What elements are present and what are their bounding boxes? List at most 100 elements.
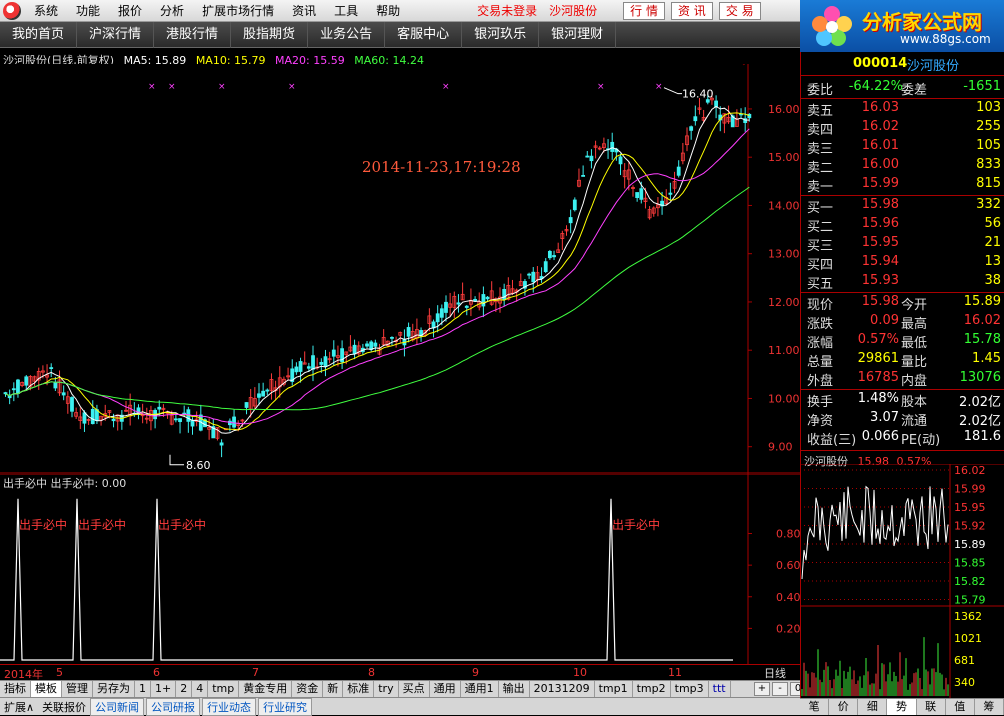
candle-down <box>319 362 324 365</box>
formula-tab[interactable]: 黄金专用 <box>239 681 293 697</box>
nav-announcements[interactable]: 业务公告 <box>308 21 386 48</box>
menu-quote[interactable]: 报价 <box>109 2 151 19</box>
y-tick-label: 14.00 <box>768 199 800 212</box>
formula-tab[interactable]: 2 <box>176 681 193 697</box>
detail-tab[interactable]: 势 <box>887 699 917 715</box>
buy-level-row-value2: 13 <box>984 254 1001 269</box>
zoom-in-button[interactable]: + <box>754 682 770 696</box>
weibi-row: 委比 -64.22% 委差 -1651 <box>801 79 1004 98</box>
kline-chart[interactable]: 16.00 15.00 14.00 13.00 12.00 11.00 10.00 9.00 ×… <box>0 64 800 474</box>
formula-tab[interactable]: tmp <box>208 681 240 697</box>
sell-level-row-value: 16.01 <box>861 138 899 153</box>
buy-level-row-value: 15.96 <box>861 216 899 231</box>
formula-tab[interactable]: 通用1 <box>461 681 499 697</box>
info-tab[interactable]: 关联报价 <box>38 699 90 715</box>
formula-tab[interactable]: ttt <box>709 681 731 697</box>
formula-tab[interactable]: 新 <box>323 681 344 697</box>
fundamental-row-label2: 流通 <box>901 414 928 429</box>
info-tab[interactable]: 行业研究 <box>258 697 313 716</box>
formula-tab[interactable]: 1+ <box>151 681 177 697</box>
menu-system[interactable]: 系统 <box>25 2 67 19</box>
formula-tab[interactable]: 20131209 <box>530 681 595 697</box>
signal-marker: × <box>218 82 226 92</box>
formula-tab[interactable]: 标准 <box>343 681 375 697</box>
info-tab[interactable]: 行业动态 <box>202 697 257 716</box>
formula-tab[interactable]: tmp1 <box>595 681 633 697</box>
y-tick-label: 9.00 <box>768 441 793 454</box>
detail-tab[interactable]: 笔 <box>800 699 830 715</box>
formula-tab[interactable]: 资金 <box>292 681 324 697</box>
formula-tab[interactable]: 1 <box>135 681 151 697</box>
menu-function[interactable]: 功能 <box>67 2 109 19</box>
y-tick-label: 13.00 <box>768 248 800 261</box>
nav-yinhe-licai[interactable]: 银河理财 <box>539 21 617 48</box>
detail-tab[interactable]: 值 <box>946 699 975 715</box>
nav-home[interactable]: 我的首页 <box>0 21 78 48</box>
formula-tab[interactable]: tmp2 <box>633 681 671 697</box>
sell-level-row-value: 16.00 <box>861 157 899 172</box>
formula-tab[interactable]: 另存为 <box>93 681 135 697</box>
formula-tab[interactable]: try <box>374 681 399 697</box>
info-tab[interactable]: 公司新闻 <box>90 697 145 716</box>
mini-vol-tick: 340 <box>954 676 975 689</box>
formula-tab[interactable]: 管理 <box>62 681 93 697</box>
stock-name: 沙河股份 <box>907 59 960 74</box>
news-button[interactable]: 资 讯 <box>670 1 713 20</box>
trade-button[interactable]: 交 易 <box>718 1 761 20</box>
indicator-signal-label: 出手必中 <box>612 517 660 532</box>
indicator-chart[interactable]: 0.800.600.400.20出手必中 出手必中 出手必中 出手必中 <box>0 474 800 664</box>
formula-tab[interactable]: 4 <box>192 681 209 697</box>
x-axis: 2014年 5 6 7 8 9 10 11 <box>0 664 800 681</box>
period-label[interactable]: 日线 <box>764 665 786 681</box>
menu-tools[interactable]: 工具 <box>325 2 367 19</box>
candle-down <box>585 155 590 158</box>
zoom-out-button[interactable]: - <box>772 682 788 696</box>
candle-down <box>481 294 486 307</box>
nav-sh-sz[interactable]: 沪深行情 <box>77 21 155 48</box>
sell-level-row-label: 卖一 <box>807 180 834 195</box>
formula-tab[interactable]: 模板 <box>31 681 62 697</box>
candle-down <box>668 192 673 195</box>
fundamental-row-label: 换手 <box>807 395 834 410</box>
detail-tab[interactable]: 筹 <box>975 699 1004 715</box>
detail-tab[interactable]: 细 <box>858 699 888 715</box>
quote-stat-row: 外盘 16785 内盘 13076 <box>801 370 1004 389</box>
candle-down <box>531 271 536 283</box>
candle-down <box>639 188 644 200</box>
detail-tab[interactable]: 联 <box>917 699 946 715</box>
nav-futures[interactable]: 股指期货 <box>231 21 309 48</box>
formula-tab[interactable]: 买点 <box>399 681 430 697</box>
x-label: 5 <box>56 666 63 679</box>
candle-down <box>552 255 556 258</box>
menu-extended-market[interactable]: 扩展市场行情 <box>193 2 283 19</box>
info-tab[interactable]: 扩展∧ <box>0 699 38 715</box>
y-tick-label: 16.00 <box>768 103 800 116</box>
sell-level-row-value: 15.99 <box>861 176 899 191</box>
candle-down <box>311 355 315 370</box>
formula-tab[interactable]: 通用 <box>430 681 461 697</box>
candle-down <box>406 327 411 337</box>
current-stock: 沙河股份 <box>549 4 598 18</box>
quote-stat-row-label: 涨幅 <box>807 336 834 351</box>
quote-button[interactable]: 行 情 <box>623 1 665 20</box>
stock-code[interactable]: 000014 <box>853 56 907 71</box>
buy-level-row: 买四 15.94 13 <box>801 254 1004 273</box>
signal-marker: × <box>597 82 605 92</box>
detail-tab[interactable]: 价 <box>829 699 859 715</box>
menu-news[interactable]: 资讯 <box>283 2 325 19</box>
nav-yinhe-jiule[interactable]: 银河玖乐 <box>462 21 540 48</box>
menu-help[interactable]: 帮助 <box>367 2 409 19</box>
info-tab[interactable]: 公司研报 <box>146 697 201 716</box>
stock-header: 000014 沙河股份 <box>801 54 1004 74</box>
mini-price-tick: 15.92 <box>954 520 986 533</box>
formula-tab[interactable]: 指标 <box>0 681 31 697</box>
intraday-chart[interactable]: 16.02 15.99 15.95 15.92 15.89 15.85 15.82 15.79… <box>800 464 1004 698</box>
menu-analysis[interactable]: 分析 <box>151 2 193 19</box>
nav-hk[interactable]: 港股行情 <box>154 21 232 48</box>
formula-tab[interactable]: 输出 <box>499 681 530 697</box>
login-status[interactable]: 交易未登录 <box>471 2 543 19</box>
brand-url[interactable]: www.88gs.com <box>900 32 991 46</box>
formula-tab[interactable]: tmp3 <box>671 681 709 697</box>
nav-service[interactable]: 客服中心 <box>385 21 463 48</box>
buy-level-row-label: 买三 <box>807 239 834 254</box>
